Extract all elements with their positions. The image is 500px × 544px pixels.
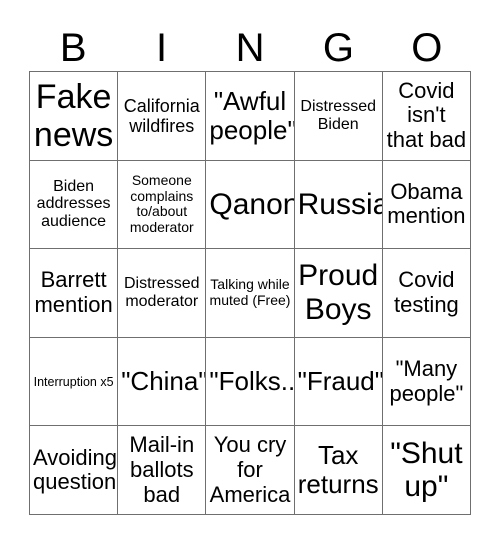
bingo-cell-r3c2[interactable]: Distressed moderator — [118, 249, 207, 338]
bingo-cell-r3c4[interactable]: Proud Boys — [294, 249, 383, 338]
bingo-cell-r1c4[interactable]: Distressed Biden — [294, 72, 383, 161]
bingo-header-letter-g: G — [322, 26, 354, 70]
bingo-cell-label: "Many people" — [389, 355, 464, 406]
bingo-cell-r1c3[interactable]: "Awful people" — [206, 72, 295, 161]
bingo-cell-r2c4[interactable]: Russia — [294, 160, 383, 250]
bingo-header-letter-b: B — [59, 26, 87, 70]
bingo-header-letter-n: N — [235, 26, 265, 70]
bingo-cell-label: Russia — [297, 187, 383, 221]
bingo-cell-label: Covid isn't that bad — [386, 77, 467, 153]
bingo-cell-label: Covid testing — [393, 267, 459, 317]
bingo-cell-label: Someone complains to/about moderator — [129, 172, 194, 236]
bingo-cell-label: Obama mention — [387, 178, 466, 229]
bingo-cell-r4c5[interactable]: "Many people" — [382, 337, 471, 427]
bingo-cell-r5c5[interactable]: "Shut up" — [382, 426, 471, 515]
bingo-cell-r3c5[interactable]: Covid testing — [382, 249, 471, 338]
bingo-cell-r2c2[interactable]: Someone complains to/about moderator — [118, 160, 207, 250]
bingo-cell-label: Distressed moderator — [124, 275, 200, 310]
bingo-cell-label: Interruption x5 — [33, 374, 114, 389]
bingo-cell-r1c5[interactable]: Covid isn't that bad — [382, 72, 471, 161]
bingo-header-letter-o: O — [411, 26, 443, 70]
bingo-cell-r1c1[interactable]: Fake news — [30, 72, 119, 161]
bingo-cell-label: Proud Boys — [298, 259, 379, 326]
bingo-cell-label: "Fraud" — [297, 366, 383, 397]
bingo-grid: Fake news California wildfires "Awful peop… — [29, 71, 471, 515]
bingo-cell-r5c4[interactable]: Tax returns — [294, 426, 383, 515]
bingo-cell-r2c1[interactable]: Biden addresses audience — [30, 160, 119, 250]
bingo-cell-r4c1[interactable]: Interruption x5 — [30, 337, 119, 427]
bingo-cell-label: "Shut up" — [390, 436, 463, 504]
bingo-cell-label: You cry for America — [209, 432, 291, 507]
bingo-cell-r2c3[interactable]: Qanon — [206, 160, 295, 250]
bingo-cell-label: Avoiding question — [33, 444, 117, 495]
bingo-cell-label: Qanon — [209, 187, 295, 221]
bingo-cell-label: "Folks.." — [209, 366, 295, 397]
bingo-cell-label: Talking while muted (Free) — [209, 276, 291, 308]
bingo-card: B I N G O Fake news California wildfires "Awfu… — [0, 0, 500, 544]
bingo-cell-r5c2[interactable]: Mail-in ballots bad — [118, 426, 207, 515]
bingo-cell-r3c1[interactable]: Barrett mention — [30, 249, 119, 338]
bingo-cell-label: Mail-in ballots bad — [129, 432, 195, 507]
bingo-header-letter-i: I — [156, 26, 168, 70]
bingo-cell-label: Distressed Biden — [300, 97, 376, 133]
bingo-header: BINGO — [29, 16, 471, 71]
bingo-cell-label: "China" — [121, 366, 207, 397]
bingo-cell-label: California wildfires — [123, 95, 200, 136]
bingo-cell-label: Biden addresses audience — [36, 177, 111, 231]
bingo-cell-r5c3[interactable]: You cry for America — [206, 426, 295, 515]
bingo-cell-label: "Awful people" — [209, 85, 295, 145]
bingo-cell-r3c3[interactable]: Talking while muted (Free) — [206, 249, 295, 338]
bingo-cell-r2c5[interactable]: Obama mention — [382, 160, 471, 250]
bingo-cell-label: Barrett mention — [34, 267, 113, 317]
bingo-cell-r4c3[interactable]: "Folks.." — [206, 337, 295, 427]
bingo-cell-r4c2[interactable]: "China" — [118, 337, 207, 427]
bingo-cell-r4c4[interactable]: "Fraud" — [294, 337, 383, 427]
bingo-cell-label: Fake news — [33, 77, 114, 154]
bingo-cell-r5c1[interactable]: Avoiding question — [30, 426, 119, 515]
bingo-cell-label: Tax returns — [297, 440, 379, 500]
bingo-cell-r1c2[interactable]: California wildfires — [118, 72, 207, 161]
